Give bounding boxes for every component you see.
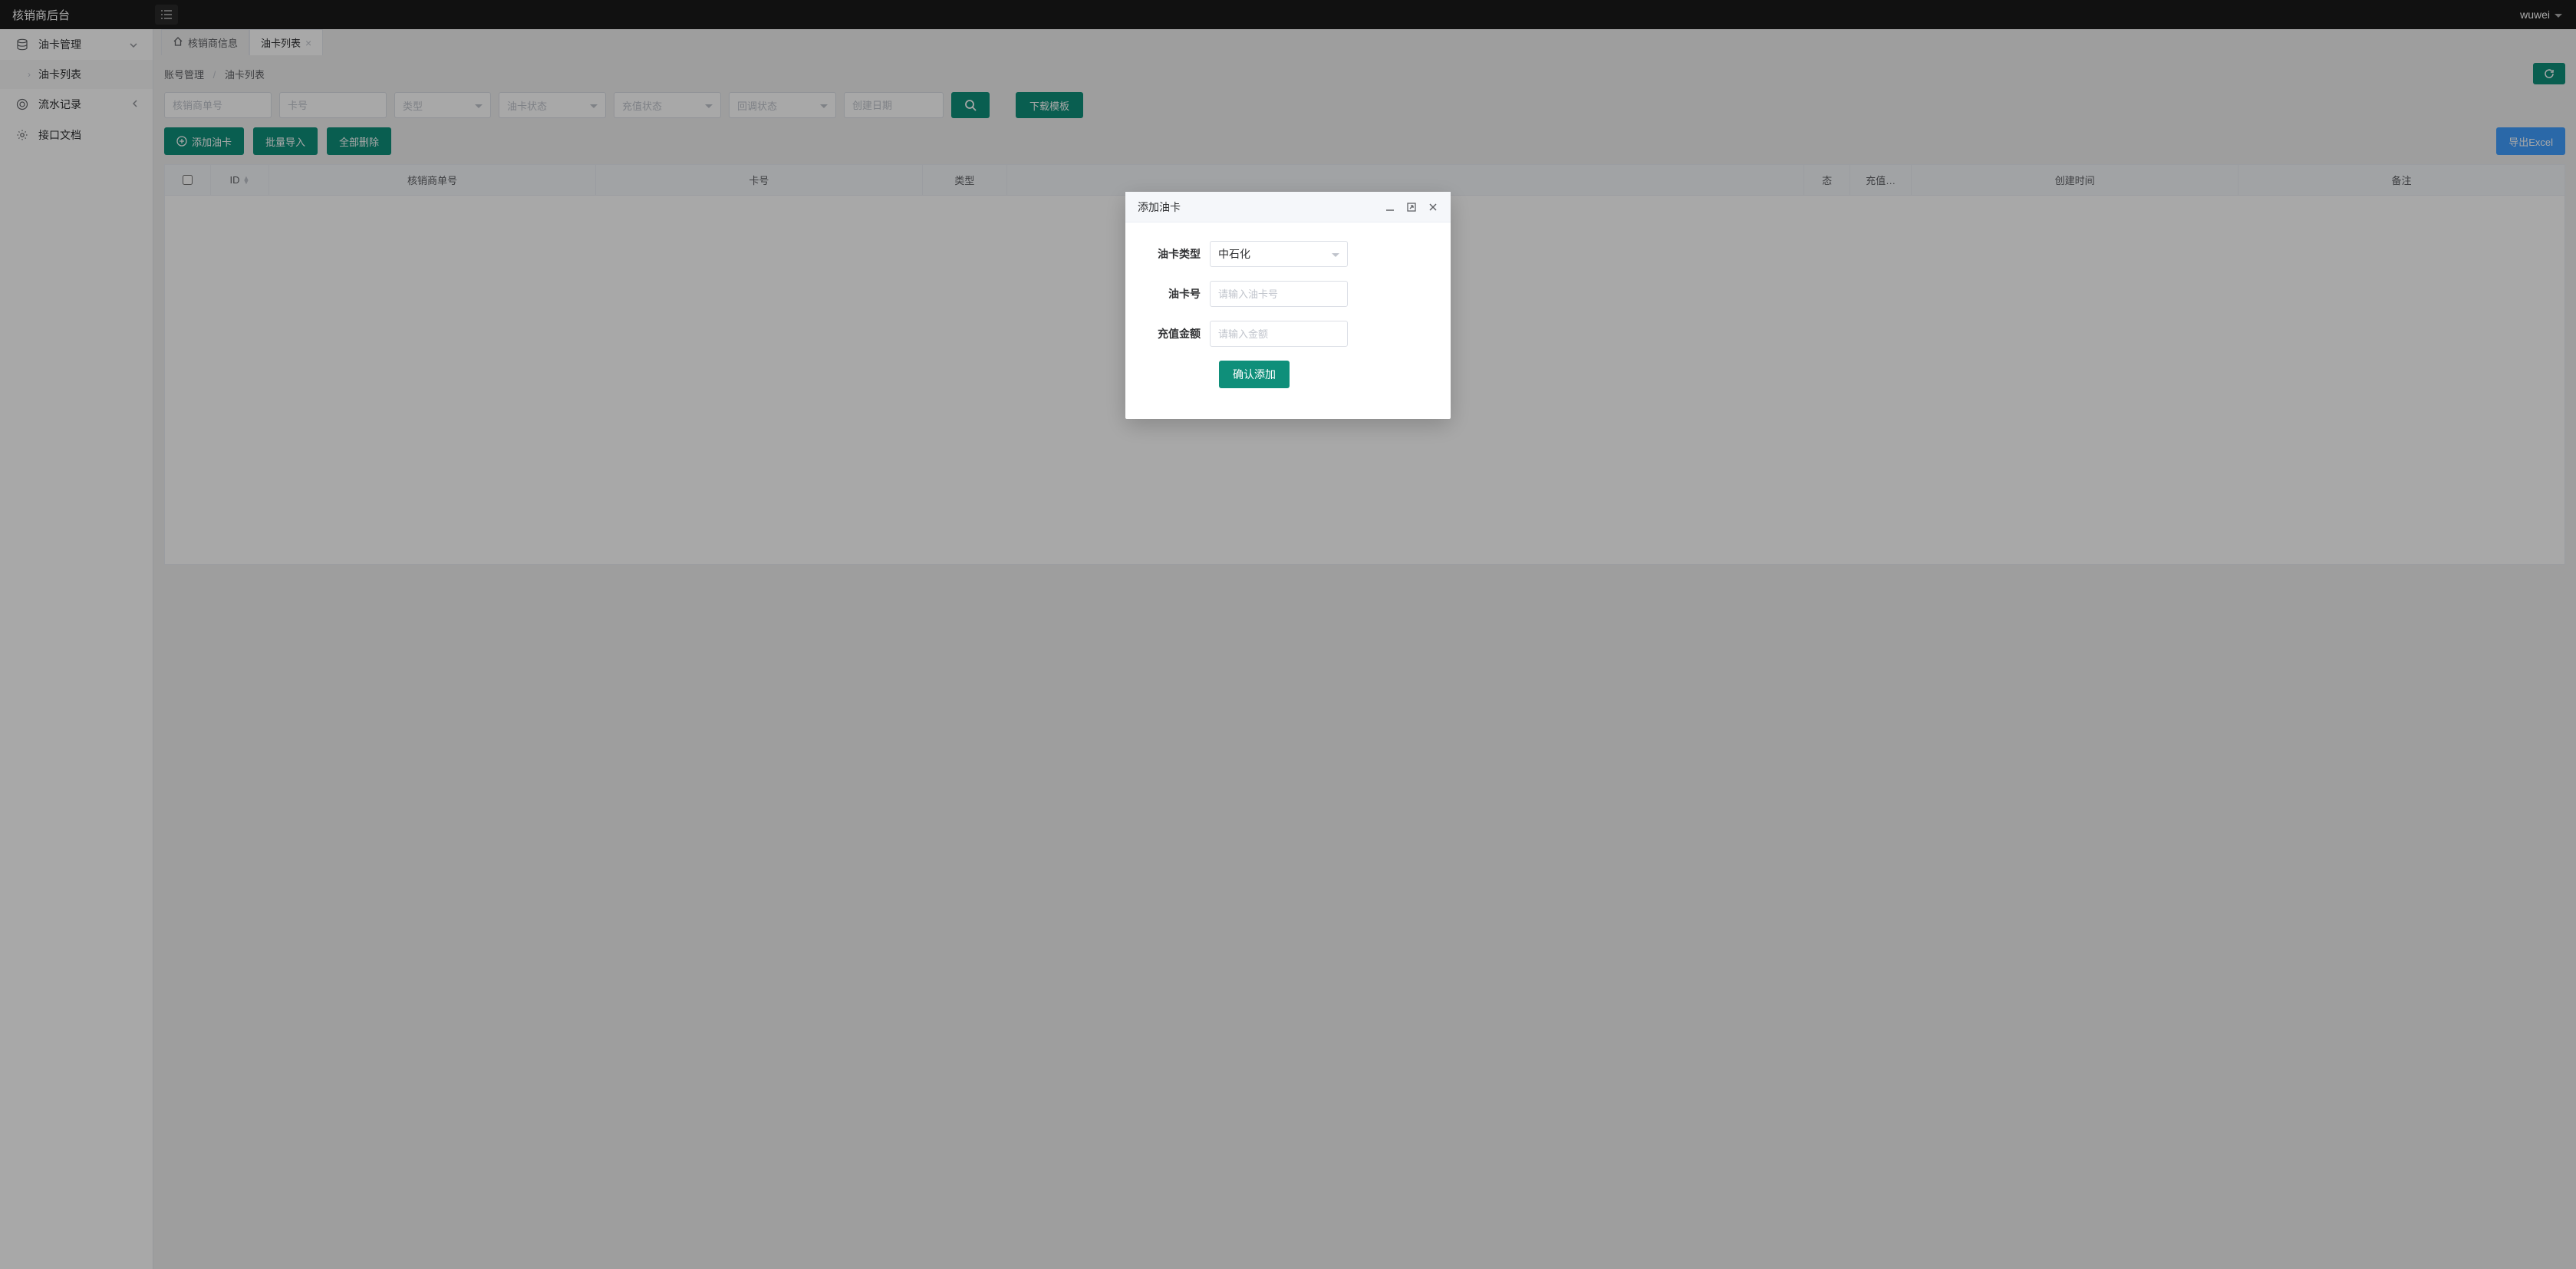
modal-overlay[interactable]: 添加油卡 油卡类型 中石化 油卡号 — [0, 0, 2576, 1269]
caret-down-icon — [1332, 248, 1339, 260]
confirm-add-button[interactable]: 确认添加 — [1219, 361, 1290, 388]
minimize-button[interactable] — [1385, 202, 1395, 213]
card-no-field[interactable] — [1210, 281, 1348, 307]
maximize-button[interactable] — [1406, 202, 1417, 213]
type-label: 油卡类型 — [1148, 246, 1210, 262]
amount-field[interactable] — [1210, 321, 1348, 347]
card-no-label: 油卡号 — [1148, 286, 1210, 302]
dialog-title: 添加油卡 — [1138, 199, 1181, 215]
select-value: 中石化 — [1218, 246, 1250, 262]
minimize-icon — [1385, 202, 1395, 213]
add-card-dialog: 添加油卡 油卡类型 中石化 油卡号 — [1125, 192, 1451, 419]
maximize-icon — [1406, 202, 1417, 213]
card-type-select[interactable]: 中石化 — [1210, 241, 1348, 267]
amount-label: 充值金额 — [1148, 326, 1210, 341]
button-label: 确认添加 — [1233, 367, 1276, 382]
close-button[interactable] — [1428, 202, 1438, 213]
close-icon — [1428, 202, 1438, 213]
dialog-header: 添加油卡 — [1125, 192, 1451, 222]
